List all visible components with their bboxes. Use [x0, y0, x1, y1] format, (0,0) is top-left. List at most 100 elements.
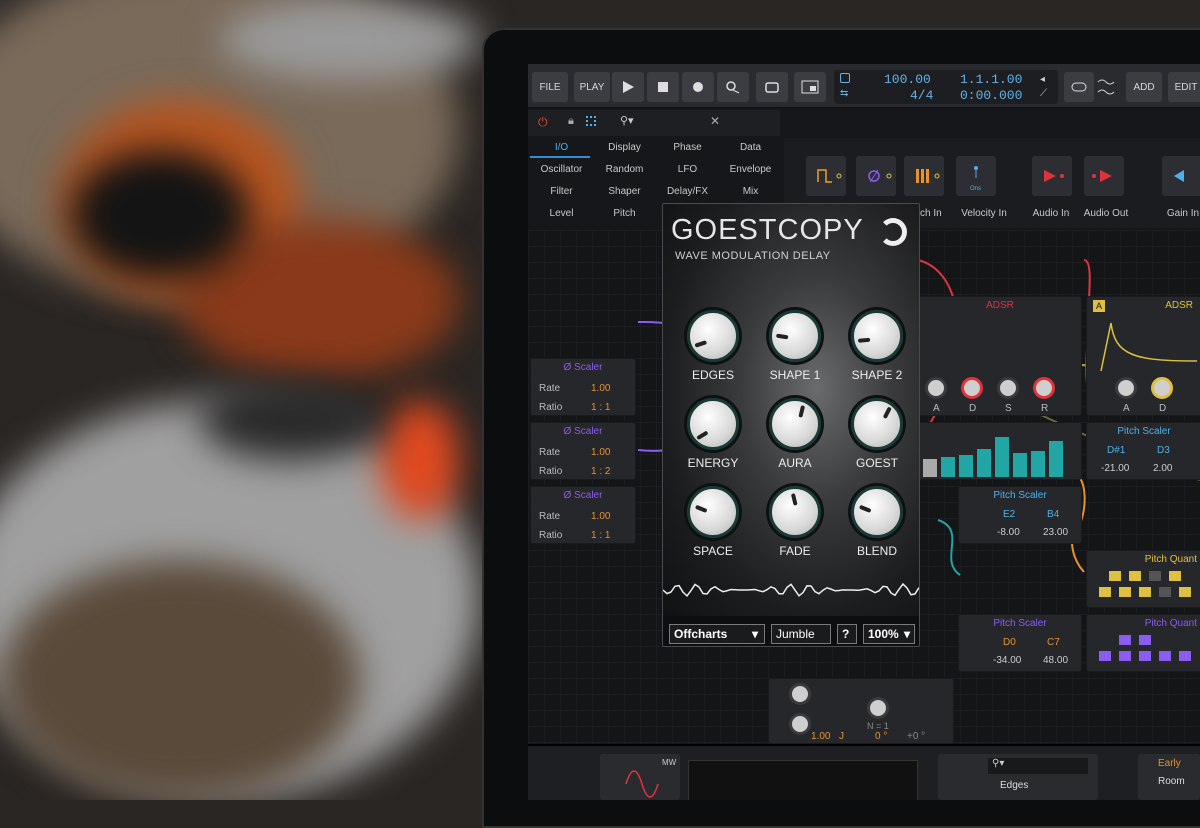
knob-aura[interactable]: AURA	[761, 398, 829, 478]
jumble-button[interactable]: Jumble	[771, 624, 831, 644]
stop-icon[interactable]	[647, 72, 679, 102]
sustain-knob[interactable]	[997, 377, 1019, 399]
knob-shape-2[interactable]: SHAPE 2	[843, 310, 911, 390]
key-toggle[interactable]	[1139, 651, 1151, 661]
release-knob[interactable]	[1033, 377, 1055, 399]
adsr-module[interactable]: ADSR A D S R	[918, 296, 1082, 416]
automation-write-icon[interactable]	[717, 72, 749, 102]
tempo-value[interactable]: 100.00	[884, 72, 931, 87]
osc-knob-3[interactable]	[867, 697, 889, 719]
adsr-module-right[interactable]: A ADSR A D	[1086, 296, 1200, 416]
pitch-scaler-module-3[interactable]: Pitch Scaler D0 C7 -34.00 48.00	[958, 614, 1082, 672]
category-random[interactable]: Random	[593, 164, 656, 175]
key-toggle[interactable]	[1139, 635, 1151, 645]
play-icon[interactable]	[612, 72, 644, 102]
power-icon[interactable]: ⏻	[538, 115, 548, 130]
osc-value[interactable]: 1.00	[811, 731, 830, 742]
overdub-icon[interactable]	[794, 72, 826, 102]
decay-knob[interactable]	[961, 377, 983, 399]
zoom-select[interactable]: 100% ▾	[863, 624, 915, 644]
pitch-quantize-module-2[interactable]: Pitch Quant	[1086, 614, 1200, 672]
key-toggle[interactable]	[1159, 587, 1171, 597]
category-mix[interactable]: Mix	[719, 186, 782, 197]
category-oscillator[interactable]: Oscillator	[530, 164, 593, 175]
phase-scaler-module-3[interactable]: Ø Scaler Rate 1.00 Ratio 1 : 1	[530, 486, 636, 544]
file-button[interactable]: FILE	[532, 72, 568, 102]
pitch-in-tile[interactable]	[904, 156, 944, 196]
attack-knob[interactable]	[925, 377, 947, 399]
knob-dial[interactable]	[769, 486, 821, 538]
knob-dial[interactable]	[687, 398, 739, 450]
time-signature[interactable]: 4/4	[910, 88, 933, 103]
pitch-scaler-module-2[interactable]: Pitch Scaler E2 B4 -8.00 23.00	[958, 486, 1082, 544]
knob-space[interactable]: SPACE	[679, 486, 747, 566]
rate-value[interactable]: 1.00	[591, 383, 610, 394]
pitch-scaler-module-1[interactable]: Pitch Scaler D#1 D3 -21.00 2.00	[1086, 422, 1200, 480]
device-search-result[interactable]: Edges	[1000, 780, 1028, 791]
key-toggle[interactable]	[1129, 571, 1141, 581]
knob-dial[interactable]	[687, 486, 739, 538]
key-toggle[interactable]	[1159, 651, 1171, 661]
lock-icon[interactable]: 🔒︎	[568, 115, 574, 128]
rate-value[interactable]: 1.00	[591, 447, 610, 458]
gate-in-tile[interactable]	[806, 156, 846, 196]
knob-dial[interactable]	[769, 398, 821, 450]
osc-knob-2[interactable]	[789, 713, 811, 735]
category-display[interactable]: Display	[593, 142, 656, 153]
plugin-window[interactable]: GOESTCOPY WAVE MODULATION DELAY EDGES SHA…	[662, 203, 920, 647]
record-icon[interactable]	[682, 72, 714, 102]
ratio-value[interactable]: 1 : 2	[591, 466, 610, 477]
add-button[interactable]: ADD	[1126, 72, 1162, 102]
knob-dial[interactable]	[851, 486, 903, 538]
category-pitch[interactable]: Pitch	[593, 208, 656, 219]
key-toggle[interactable]	[1119, 651, 1131, 661]
key-toggle[interactable]	[1119, 635, 1131, 645]
reverb-device[interactable]: Early Room	[1138, 754, 1200, 800]
decay-knob[interactable]	[1151, 377, 1173, 399]
step-sequencer-module[interactable]	[918, 422, 1082, 480]
ratio-value[interactable]: 1 : 1	[591, 402, 610, 413]
tempo-arrows-icon[interactable]: ⇆	[840, 88, 848, 99]
key-toggle[interactable]	[1139, 587, 1151, 597]
knob-shape-1[interactable]: SHAPE 1	[761, 310, 829, 390]
knob-energy[interactable]: ENERGY	[679, 398, 747, 478]
key-toggle[interactable]	[1099, 651, 1111, 661]
audio-in-tile[interactable]	[1032, 156, 1072, 196]
preset-select[interactable]: Offcharts ▾	[669, 624, 765, 644]
ratio-value[interactable]: 1 : 1	[591, 530, 610, 541]
category-shaper[interactable]: Shaper	[593, 186, 656, 197]
category-level[interactable]: Level	[530, 208, 593, 219]
device-search-input[interactable]: ⚲▾	[988, 758, 1088, 774]
key-toggle[interactable]	[1179, 587, 1191, 597]
note-low[interactable]: D#1	[1107, 445, 1125, 456]
category-filter[interactable]: Filter	[530, 186, 593, 197]
category-io[interactable]: I/O	[530, 142, 593, 153]
metronome-icon[interactable]: ⟋	[1040, 88, 1047, 99]
note-high[interactable]: C7	[1047, 637, 1060, 648]
phase-scaler-module-1[interactable]: Ø Scaler Rate 1.00 Ratio 1 : 1	[530, 358, 636, 416]
velocity-in-tile[interactable]: Ons	[956, 156, 996, 196]
category-lfo[interactable]: LFO	[656, 164, 719, 175]
rate-value[interactable]: 1.00	[591, 511, 610, 522]
reverb-mode[interactable]: Room	[1158, 776, 1185, 787]
pitch-quantize-module-1[interactable]: Pitch Quant	[1086, 550, 1200, 608]
grid-icon[interactable]	[586, 116, 596, 126]
key-toggle[interactable]	[1119, 587, 1131, 597]
key-toggle[interactable]	[1099, 587, 1111, 597]
phase-in-tile[interactable]	[856, 156, 896, 196]
category-envelope[interactable]: Envelope	[719, 164, 782, 175]
category-phase[interactable]: Phase	[656, 142, 719, 153]
knob-dial[interactable]	[687, 310, 739, 362]
osc-knob-1[interactable]	[789, 683, 811, 705]
knob-blend[interactable]: BLEND	[843, 486, 911, 566]
note-high[interactable]: D3	[1157, 445, 1170, 456]
audio-out-tile[interactable]	[1084, 156, 1124, 196]
knob-fade[interactable]: FADE	[761, 486, 829, 566]
help-button[interactable]: ?	[837, 624, 857, 644]
category-data[interactable]: Data	[719, 142, 782, 153]
knob-dial[interactable]	[769, 310, 821, 362]
punch-icon[interactable]: ◂	[1040, 74, 1045, 85]
loop-indicator-icon[interactable]	[840, 73, 850, 83]
note-low[interactable]: E2	[1003, 509, 1015, 520]
key-toggle[interactable]	[1169, 571, 1181, 581]
